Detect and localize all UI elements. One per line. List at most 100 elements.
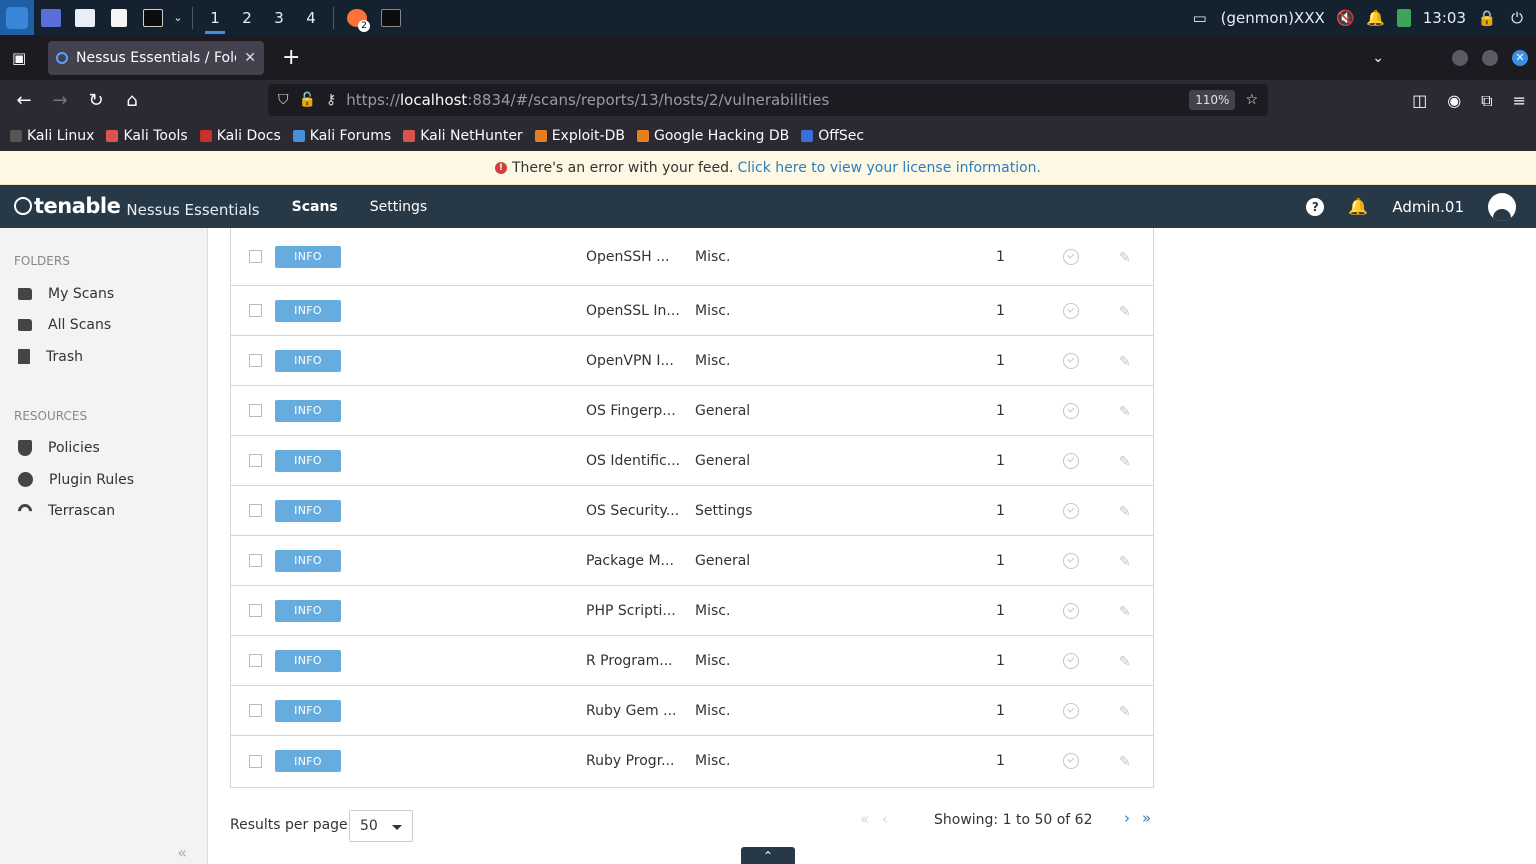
check-circle-icon[interactable] [1063, 302, 1079, 319]
bookmark-star-icon[interactable]: ☆ [1245, 92, 1258, 108]
bookmark-item[interactable]: Google Hacking DB [636, 128, 789, 144]
sidebar-item-terrascan[interactable]: Terrascan [0, 496, 207, 528]
collapse-sidebar-icon[interactable]: « [177, 843, 187, 862]
sidebar-item-my-scans[interactable]: My Scans [0, 278, 207, 310]
row-checkbox[interactable] [249, 554, 262, 567]
reload-icon[interactable]: ↻ [78, 90, 114, 111]
row-checkbox[interactable] [249, 604, 262, 617]
bookmark-item[interactable]: Exploit-DB [534, 128, 625, 144]
key-icon[interactable]: ⚷ [326, 92, 336, 108]
check-circle-icon[interactable] [1063, 352, 1079, 369]
zoom-level[interactable]: 110% [1189, 90, 1236, 110]
bookmark-item[interactable]: Kali Linux [10, 128, 94, 144]
mute-icon[interactable]: 🔇 [1336, 9, 1355, 27]
pocket-icon[interactable]: ◫ [1412, 91, 1427, 111]
terminal-icon[interactable] [136, 0, 170, 35]
firefox-taskbar-icon[interactable]: 2 [340, 0, 374, 35]
table-row[interactable]: INFO OpenSSL In... Misc. 1 ✎ [231, 286, 1153, 336]
table-row[interactable]: INFO OS Security... Settings 1 ✎ [231, 486, 1153, 536]
terminal-taskbar-icon[interactable] [374, 0, 408, 35]
sidebar-item-plugin-rules[interactable]: Plugin Rules [0, 464, 207, 496]
power-icon[interactable]: ⏻ [1508, 9, 1526, 27]
table-row[interactable]: INFO OS Identific... General 1 ✎ [231, 436, 1153, 486]
check-circle-icon[interactable] [1063, 248, 1079, 265]
check-circle-icon[interactable] [1063, 452, 1079, 469]
workspace-1[interactable]: 1 [199, 0, 231, 35]
plugin-name[interactable]: PHP Scripti... [586, 603, 686, 619]
bookmark-item[interactable]: Kali Tools [106, 128, 188, 144]
row-checkbox[interactable] [249, 454, 262, 467]
minimize-button[interactable] [1452, 49, 1468, 66]
menu-icon[interactable]: ≡ [1513, 91, 1526, 111]
url-bar[interactable]: ⛉ 🔓 ⚷ https://localhost:8834/#/scans/rep… [268, 84, 1268, 116]
user-name[interactable]: Admin.01 [1392, 198, 1464, 216]
previous-page-icon[interactable]: ‹ [882, 810, 888, 828]
table-row[interactable]: INFO OS Fingerp... General 1 ✎ [231, 386, 1153, 436]
table-row[interactable]: INFO R Program... Misc. 1 ✎ [231, 636, 1153, 686]
plugin-name[interactable]: Ruby Progr... [586, 753, 686, 769]
close-tab-icon[interactable]: ✕ [244, 50, 256, 66]
check-circle-icon[interactable] [1063, 702, 1079, 719]
plugin-name[interactable]: OS Security... [586, 503, 686, 519]
scroll-to-top-button[interactable]: ⌃ [741, 847, 795, 864]
kali-menu-icon[interactable] [0, 0, 34, 35]
forward-icon[interactable]: → [42, 90, 78, 111]
check-circle-icon[interactable] [1063, 753, 1079, 769]
plugin-name[interactable]: OpenSSL In... [586, 303, 686, 319]
text-editor-icon[interactable] [102, 0, 136, 35]
check-circle-icon[interactable] [1063, 652, 1079, 669]
home-icon[interactable]: ⌂ [114, 90, 150, 111]
sidebar-item-policies[interactable]: Policies [0, 433, 207, 465]
pencil-icon[interactable]: ✎ [1119, 304, 1133, 320]
plugin-name[interactable]: Ruby Gem ... [586, 703, 686, 719]
workspace-3[interactable]: 3 [263, 0, 295, 35]
lock-icon[interactable]: 🔒 [1478, 9, 1497, 27]
battery-icon[interactable] [1396, 8, 1411, 27]
pencil-icon[interactable]: ✎ [1119, 704, 1133, 720]
bookmark-item[interactable]: Kali NetHunter [403, 128, 523, 144]
plugin-name[interactable]: R Program... [586, 653, 686, 669]
workspace-4[interactable]: 4 [295, 0, 327, 35]
list-tabs-chevron-icon[interactable]: ⌄ [1372, 50, 1384, 66]
close-window-button[interactable]: ✕ [1512, 49, 1528, 66]
plugin-name[interactable]: OpenSSH ... [586, 249, 686, 265]
table-row[interactable]: INFO Package M... General 1 ✎ [231, 536, 1153, 586]
plugin-name[interactable]: Package M... [586, 553, 686, 569]
check-circle-icon[interactable] [1063, 602, 1079, 619]
lock-icon[interactable]: 🔓 [299, 92, 316, 108]
results-per-page-select[interactable]: 50 [349, 810, 413, 842]
row-checkbox[interactable] [249, 654, 262, 667]
desktop-icon[interactable] [34, 0, 68, 35]
row-checkbox[interactable] [249, 250, 262, 263]
sidebar-item-all-scans[interactable]: All Scans [0, 310, 207, 342]
file-manager-icon[interactable] [68, 0, 102, 35]
row-checkbox[interactable] [249, 304, 262, 317]
last-page-icon[interactable]: » [1142, 809, 1151, 827]
new-tab-icon[interactable]: + [282, 45, 300, 70]
row-checkbox[interactable] [249, 704, 262, 717]
pencil-icon[interactable]: ✎ [1119, 454, 1133, 470]
check-circle-icon[interactable] [1063, 402, 1079, 419]
pencil-icon[interactable]: ✎ [1119, 250, 1133, 266]
table-row[interactable]: INFO PHP Scripti... Misc. 1 ✎ [231, 586, 1153, 636]
help-icon[interactable]: ? [1306, 197, 1325, 216]
next-page-icon[interactable]: › [1124, 809, 1130, 827]
row-checkbox[interactable] [249, 354, 262, 367]
chevron-down-icon[interactable]: ⌄ [170, 0, 186, 35]
bookmark-item[interactable]: Kali Forums [292, 128, 391, 144]
brand-logo[interactable]: tenable Nessus Essentials [14, 194, 260, 219]
tab-overview-icon[interactable]: ▣ [12, 49, 26, 67]
maximize-button[interactable] [1482, 49, 1498, 66]
pencil-icon[interactable]: ✎ [1119, 604, 1133, 620]
workspace-2[interactable]: 2 [231, 0, 263, 35]
pencil-icon[interactable]: ✎ [1119, 554, 1133, 570]
license-info-link[interactable]: Click here to view your license informat… [738, 160, 1042, 176]
browser-tab[interactable]: Nessus Essentials / Folder ✕ [48, 40, 264, 75]
first-page-icon[interactable]: « [860, 810, 869, 828]
row-checkbox[interactable] [249, 754, 262, 768]
plugin-name[interactable]: OS Identific... [586, 453, 686, 469]
pencil-icon[interactable]: ✎ [1119, 754, 1133, 770]
back-icon[interactable]: ← [6, 90, 42, 111]
bookmark-item[interactable]: OffSec [801, 128, 864, 144]
check-circle-icon[interactable] [1063, 502, 1079, 519]
